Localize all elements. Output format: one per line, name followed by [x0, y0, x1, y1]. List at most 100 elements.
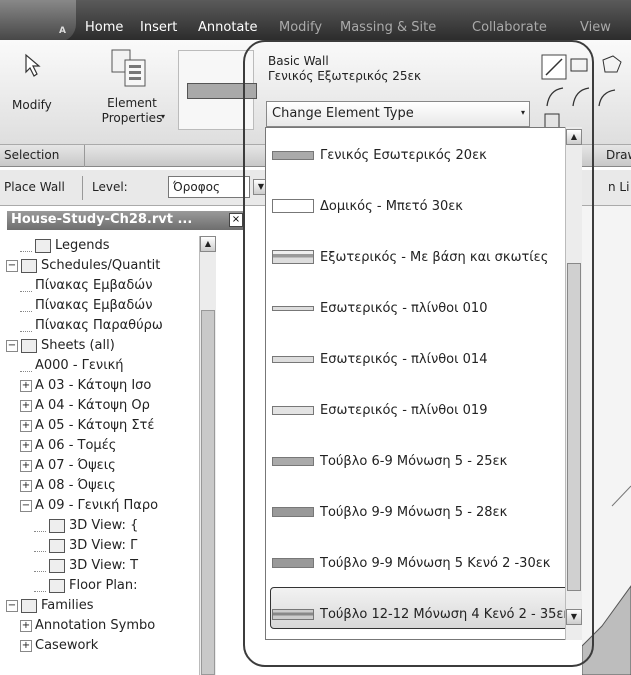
tab-annotate[interactable]: Annotate [198, 20, 257, 35]
project-browser-title: House-Study-Ch28.rvt ... [7, 211, 245, 230]
collapse-icon[interactable]: − [6, 339, 18, 352]
draw-panel-label: Draw [606, 148, 631, 162]
tab-view[interactable]: View [580, 20, 611, 35]
view3d-icon [49, 518, 65, 533]
tree-row[interactable]: Πίνακας Παραθύρω [6, 316, 199, 336]
dropdown-item[interactable]: Τούβλο 12-12 Μόνωση 4 Κενό 2 - 35εκ [272, 601, 571, 627]
family-name: Basic Wall [268, 54, 329, 68]
element-properties-button[interactable]: Element Properties ▾ [95, 48, 175, 132]
options-divider [82, 176, 83, 200]
collapse-icon[interactable]: − [20, 499, 32, 512]
dropdown-item[interactable]: Τούβλο 9-9 Μόνωση 5 - 28εκ [272, 499, 507, 525]
tree-row[interactable]: + A 04 - Κάτοψη Ορ [6, 396, 199, 416]
expand-icon[interactable]: + [20, 639, 32, 652]
tab-massing-site[interactable]: Massing & Site [340, 20, 436, 35]
modify-button[interactable]: Modify [12, 50, 60, 132]
family-icon [21, 598, 37, 613]
dropdown-item-label: Εσωτερικός - πλίνθοι 014 [320, 351, 488, 367]
tree-row[interactable]: Πίνακας Εμβαδών [6, 276, 199, 296]
expand-icon[interactable]: + [20, 439, 32, 452]
tree-row[interactable]: + A 06 - Τομές [6, 436, 199, 456]
tree-line-icon [20, 300, 32, 312]
tree-row[interactable]: 3D View: Γ [6, 536, 199, 556]
options-right-text: n Li [608, 180, 630, 194]
dropdown-item[interactable]: Εσωτερικός - πλίνθοι 019 [272, 397, 487, 423]
tree-row-label: Πίνακας Παραθύρω [35, 318, 163, 333]
tree-row[interactable]: + Annotation Symbo [6, 616, 199, 636]
dropdown-scroll-thumb[interactable] [567, 263, 581, 591]
dropdown-item-label: Τούβλο 12-12 Μόνωση 4 Κενό 2 - 35εκ [320, 606, 572, 622]
expand-icon[interactable]: + [20, 379, 32, 392]
wall-type-swatch [272, 507, 314, 517]
element-type-dropdown-list: Γενικός Εσωτερικός 20εκ Δομικός - Μπετό 3… [265, 127, 582, 640]
wall-type-swatch [272, 150, 314, 160]
tree-row-label: Πίνακας Εμβαδών [35, 298, 153, 313]
change-element-type-combo[interactable]: Change Element Type ▾ [266, 101, 530, 127]
tree-row[interactable]: 3D View: { [6, 516, 199, 536]
expand-icon[interactable]: + [20, 419, 32, 432]
tab-collaborate[interactable]: Collaborate [472, 20, 547, 35]
browser-scrollbar[interactable]: ▲ [199, 236, 216, 675]
expand-icon[interactable]: + [20, 459, 32, 472]
tree-row[interactable]: + A 08 - Όψεις [6, 476, 199, 496]
scroll-up-arrow-icon[interactable]: ▲ [200, 236, 216, 252]
tree-row[interactable]: − A 09 - Γενική Παρο [6, 496, 199, 516]
expand-icon[interactable]: + [20, 619, 32, 632]
expand-icon[interactable]: + [20, 479, 32, 492]
dropdown-item[interactable]: Εσωτερικός - πλίνθοι 014 [272, 346, 487, 372]
tree-row-label: A000 - Γενική [35, 358, 124, 373]
collapse-icon[interactable]: − [6, 259, 18, 272]
tree-row[interactable]: A000 - Γενική [6, 356, 199, 376]
tree-row-label: Sheets (all) [41, 338, 115, 353]
tree-row[interactable]: Legends [6, 236, 199, 256]
collapse-icon[interactable]: − [6, 599, 18, 612]
tree-row-label: 3D View: T [69, 558, 139, 573]
browser-scroll-thumb[interactable] [201, 310, 215, 675]
application-menu-button[interactable]: A [0, 0, 76, 42]
tree-row[interactable]: − Families [6, 596, 199, 616]
level-value: Όροφος [173, 180, 221, 194]
type-name: Γενικός Εξωτερικός 25εκ [268, 69, 422, 83]
tab-modify[interactable]: Modify [279, 20, 322, 35]
dropdown-item-label: Τούβλο 9-9 Μόνωση 5 - 28εκ [320, 504, 508, 520]
project-browser-tree: Legends − Schedules/Quantit Πίνακας Εμβαδών… [6, 236, 199, 675]
dropdown-scroll-down-icon[interactable]: ▼ [566, 609, 582, 625]
dropdown-item-label: Εσωτερικός - πλίνθοι 010 [320, 300, 488, 316]
close-icon[interactable]: × [229, 213, 243, 227]
dropdown-item[interactable]: Εσωτερικός - πλίνθοι 010 [272, 295, 487, 321]
schedule-icon [21, 258, 37, 273]
tree-row-label: Floor Plan: [69, 578, 138, 593]
element-properties-icon [111, 49, 146, 87]
dropdown-item[interactable]: Τούβλο 9-9 Μόνωση 5 Κενό 2 -30εκ [272, 550, 550, 576]
tab-home[interactable]: Home [85, 20, 123, 35]
tree-row[interactable]: + Casework [6, 636, 199, 656]
plan-icon [49, 578, 65, 593]
dropdown-item[interactable]: Δομικός - Μπετό 30εκ [272, 193, 463, 219]
dropdown-arrow-icon: ▾ [161, 112, 166, 121]
dropdown-scroll-up-icon[interactable]: ▲ [566, 129, 582, 145]
dropdown-item[interactable]: Γενικός Εσωτερικός 20εκ [272, 142, 487, 168]
view3d-icon [49, 538, 65, 553]
combo-value: Change Element Type [272, 106, 414, 121]
tree-row-label: A 09 - Γενική Παρο [35, 498, 159, 513]
tab-insert[interactable]: Insert [140, 20, 177, 35]
tree-row[interactable]: − Schedules/Quantit [6, 256, 199, 276]
tree-row[interactable]: 3D View: T [6, 556, 199, 576]
tree-row[interactable]: + A 03 - Κάτοψη Ισο [6, 376, 199, 396]
tree-row[interactable]: Πίνακας Εμβαδών [6, 296, 199, 316]
wall-type-swatch [272, 405, 314, 415]
tree-row[interactable]: − Sheets (all) [6, 336, 199, 356]
dropdown-item[interactable]: Εξωτερικός - Με βάση και σκωτίες [272, 244, 548, 270]
dropdown-scrollbar[interactable]: ▲ ▼ [565, 127, 582, 640]
legend-icon [35, 238, 51, 253]
wall-type-swatch [272, 558, 314, 568]
tree-row-label: A 03 - Κάτοψη Ισο [35, 378, 152, 393]
dropdown-item[interactable]: Τούβλο 6-9 Μόνωση 5 - 25εκ [272, 448, 507, 474]
tree-row[interactable]: + A 05 - Κάτοψη Στέ [6, 416, 199, 436]
tree-row[interactable]: Floor Plan: [6, 576, 199, 596]
wall-type-swatch [272, 305, 314, 311]
tree-row[interactable]: + A 07 - Όψεις [6, 456, 199, 476]
expand-icon[interactable]: + [20, 399, 32, 412]
wall-type-swatch [272, 250, 314, 264]
level-dropdown[interactable]: Όροφος [168, 176, 250, 198]
